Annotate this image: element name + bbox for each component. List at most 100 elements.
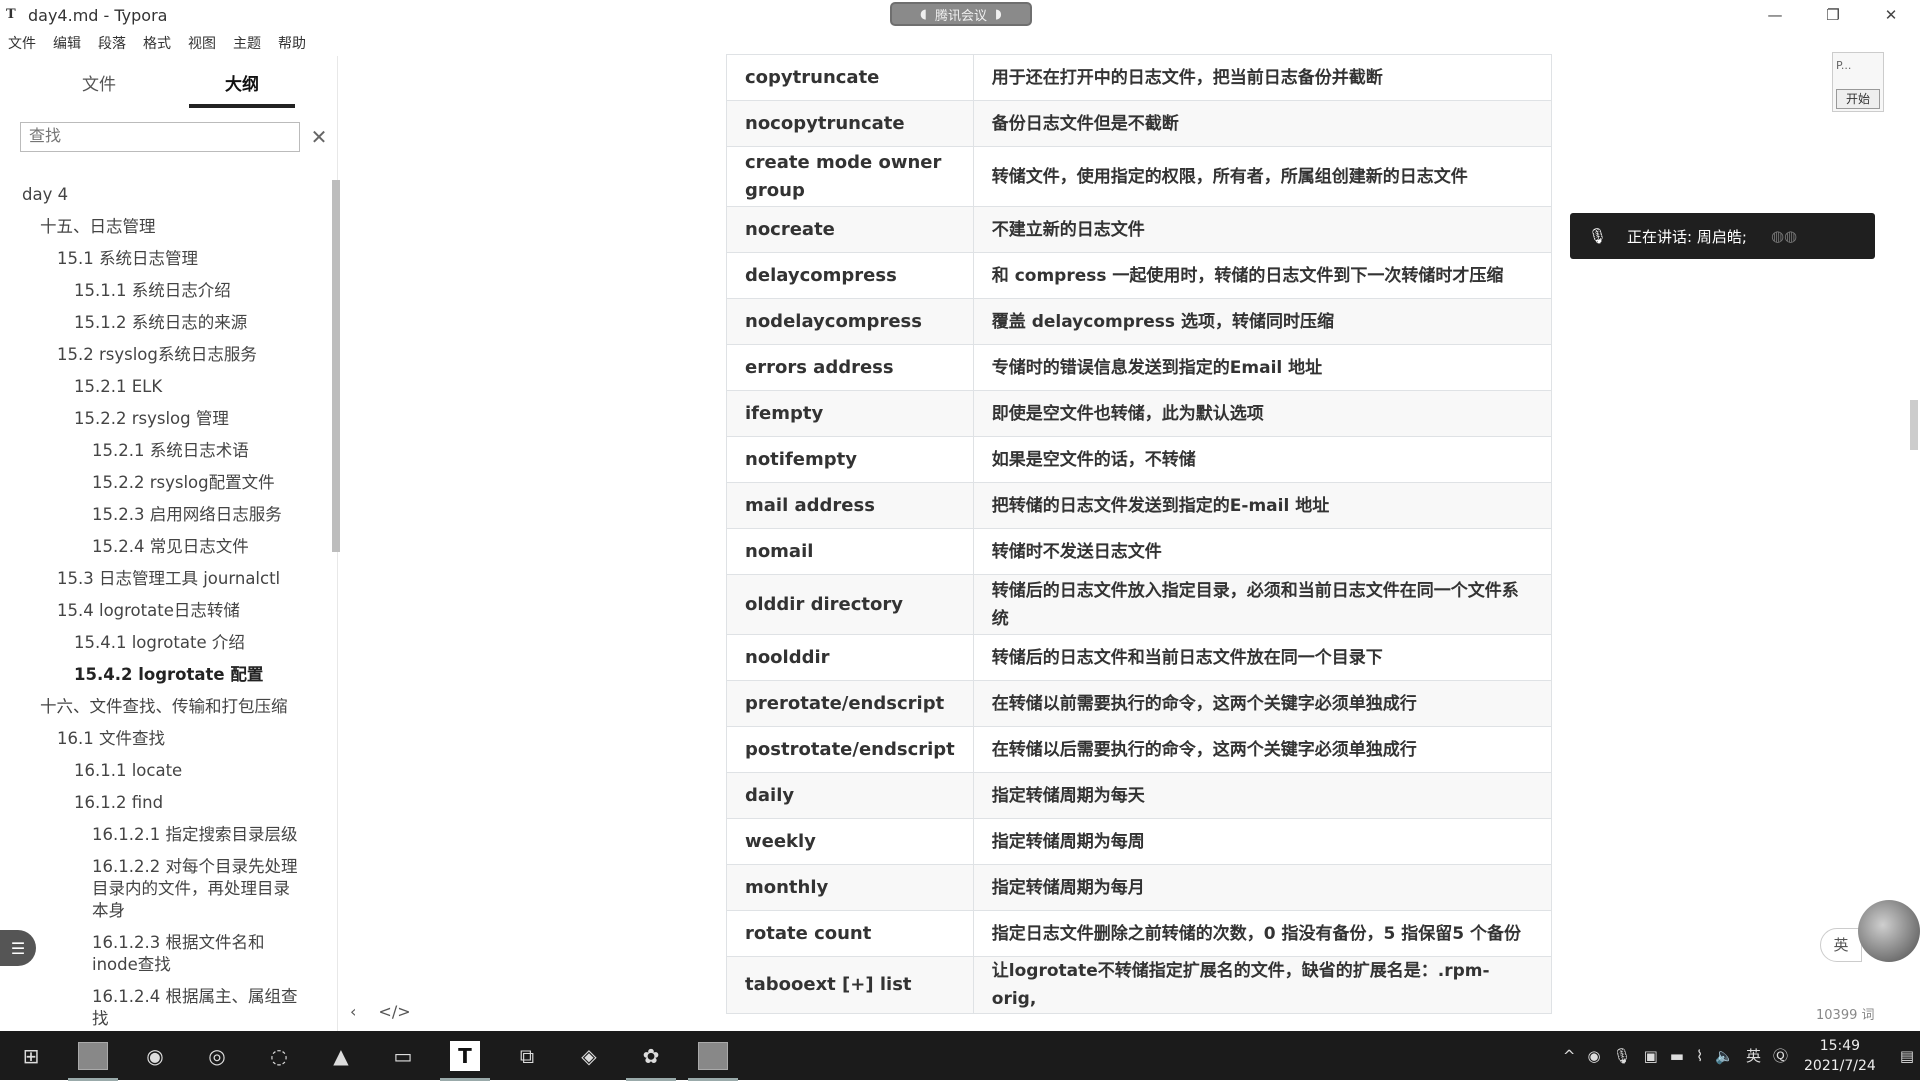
outline-item[interactable]: day 4 bbox=[22, 184, 306, 206]
option-description-cell[interactable]: 备份日志文件但是不截断 bbox=[972, 100, 1552, 147]
option-description-cell[interactable]: 覆盖 delaycompress 选项，转储同时压缩 bbox=[972, 298, 1552, 345]
menu-format[interactable]: 格式 bbox=[143, 33, 171, 53]
menu-view[interactable]: 视图 bbox=[188, 33, 216, 53]
option-name-cell[interactable]: rotate count bbox=[726, 910, 974, 957]
outline-item[interactable]: 15.2.4 常见日志文件 bbox=[92, 536, 306, 558]
outline-item[interactable]: 15.1.2 系统日志的来源 bbox=[74, 312, 306, 334]
option-description-cell[interactable]: 指定日志文件删除之前转储的次数，0 指没有备份，5 指保留5 个备份 bbox=[972, 910, 1552, 957]
display-icon[interactable]: ▣ bbox=[1644, 1047, 1658, 1065]
document-scrollbar[interactable] bbox=[1910, 400, 1918, 450]
option-description-cell[interactable]: 让logrotate不转储指定扩展名的文件，缺省的扩展名是：.rpm-orig, bbox=[972, 956, 1552, 1014]
typora-taskbar-icon[interactable]: T bbox=[440, 1039, 490, 1081]
menu-theme[interactable]: 主题 bbox=[233, 33, 261, 53]
ime-language-button[interactable]: 英 bbox=[1820, 928, 1862, 962]
option-name-cell[interactable]: notifempty bbox=[726, 436, 974, 483]
outline-item[interactable]: 16.1.2 find bbox=[74, 792, 306, 814]
option-description-cell[interactable]: 转储后的日志文件和当前日志文件放在同一个目录下 bbox=[972, 634, 1552, 681]
sidebar-scrollbar[interactable] bbox=[332, 180, 340, 552]
folder-icon[interactable]: ▭ bbox=[386, 1039, 420, 1073]
start-button[interactable]: 开始 bbox=[1836, 89, 1880, 109]
option-description-cell[interactable]: 用于还在打开中的日志文件，把当前日志备份并截断 bbox=[972, 54, 1552, 101]
option-description-cell[interactable]: 如果是空文件的话，不转储 bbox=[972, 436, 1552, 483]
network-tool-icon[interactable]: ◈ bbox=[572, 1039, 606, 1073]
option-name-cell[interactable]: errors address bbox=[726, 344, 974, 391]
close-button[interactable]: ✕ bbox=[1862, 0, 1920, 30]
outline-item[interactable]: 15.4.1 logrotate 介绍 bbox=[74, 632, 306, 654]
wifi-icon[interactable]: ⌇ bbox=[1696, 1047, 1703, 1065]
avatar[interactable] bbox=[1858, 900, 1920, 962]
windows-start-icon[interactable]: ⊞ bbox=[14, 1039, 48, 1073]
notification-icon[interactable]: ▤ bbox=[1900, 1047, 1914, 1065]
option-name-cell[interactable]: tabooext [+] list bbox=[726, 956, 974, 1014]
wechat-icon[interactable]: ◎ bbox=[200, 1039, 234, 1073]
option-name-cell[interactable]: olddir directory bbox=[726, 574, 974, 635]
outline-item[interactable]: 十五、日志管理 bbox=[40, 216, 306, 238]
option-name-cell[interactable]: nocreate bbox=[726, 206, 974, 253]
input-method-icon[interactable]: Ⓠ bbox=[1773, 1045, 1788, 1066]
volume-icon[interactable]: 🔈 bbox=[1715, 1047, 1734, 1065]
option-name-cell[interactable]: copytruncate bbox=[726, 54, 974, 101]
chevron-up-icon[interactable]: ^ bbox=[1563, 1047, 1576, 1065]
outline-item[interactable]: 15.2.1 ELK bbox=[74, 376, 306, 398]
option-description-cell[interactable]: 和 compress 一起使用时，转储的日志文件到下一次转储时才压缩 bbox=[972, 252, 1552, 299]
browser-icon[interactable]: ◉ bbox=[138, 1039, 172, 1073]
option-name-cell[interactable]: monthly bbox=[726, 864, 974, 911]
second-window-icon[interactable] bbox=[688, 1039, 738, 1081]
option-description-cell[interactable]: 指定转储周期为每月 bbox=[972, 864, 1552, 911]
minimize-button[interactable]: — bbox=[1746, 0, 1804, 30]
outline-item[interactable]: 15.1.1 系统日志介绍 bbox=[74, 280, 306, 302]
back-arrow-icon[interactable]: ‹ bbox=[350, 1002, 356, 1021]
music-icon[interactable]: ◌ bbox=[262, 1039, 296, 1073]
app-window-icon[interactable] bbox=[68, 1039, 118, 1081]
outline-item[interactable]: 16.1.2.2 对每个目录先处理目录内的文件，再处理目录本身 bbox=[92, 856, 302, 922]
tencent-meeting-bar[interactable]: ◖ 腾讯会议 ◗ bbox=[890, 2, 1032, 26]
outline-item[interactable]: 16.1.2.4 根据属主、属组查找 bbox=[92, 986, 302, 1030]
menu-edit[interactable]: 编辑 bbox=[53, 33, 81, 53]
outline-item[interactable]: 15.1 系统日志管理 bbox=[57, 248, 306, 270]
option-description-cell[interactable]: 把转储的日志文件发送到指定的E-mail 地址 bbox=[972, 482, 1552, 529]
outline-item[interactable]: 15.2.2 rsyslog配置文件 bbox=[92, 472, 306, 494]
window-switch-icon[interactable]: ⧉ bbox=[510, 1039, 544, 1073]
option-description-cell[interactable]: 在转储以前需要执行的命令，这两个关键字必须单独成行 bbox=[972, 680, 1552, 727]
outline-item[interactable]: 16.1.2.1 指定搜索目录层级 bbox=[92, 824, 306, 846]
option-name-cell[interactable]: prerotate/endscript bbox=[726, 680, 974, 727]
option-name-cell[interactable]: nocopytruncate bbox=[726, 100, 974, 147]
option-name-cell[interactable]: postrotate/endscript bbox=[726, 726, 974, 773]
photos-icon[interactable]: ▲ bbox=[324, 1039, 358, 1073]
clear-search-icon[interactable]: ✕ bbox=[308, 122, 330, 152]
outline-item[interactable]: 16.1.2.3 根据文件名和inode查找 bbox=[92, 932, 302, 976]
outline-search-input[interactable] bbox=[20, 122, 300, 152]
outline-item[interactable]: 15.2.2 rsyslog 管理 bbox=[74, 408, 306, 430]
option-description-cell[interactable]: 转储后的日志文件放入指定目录，必须和当前日志文件在同一个文件系统 bbox=[972, 574, 1552, 635]
source-mode-icon[interactable]: </> bbox=[378, 1002, 410, 1021]
option-description-cell[interactable]: 转储时不发送日志文件 bbox=[972, 528, 1552, 575]
option-description-cell[interactable]: 指定转储周期为每周 bbox=[972, 818, 1552, 865]
option-description-cell[interactable]: 即使是空文件也转储，此为默认选项 bbox=[972, 390, 1552, 437]
outline-item[interactable]: 15.2.1 系统日志术语 bbox=[92, 440, 306, 462]
option-description-cell[interactable]: 转储文件，使用指定的权限，所有者，所属组创建新的日志文件 bbox=[972, 146, 1552, 207]
battery-icon[interactable]: ▬ bbox=[1670, 1047, 1684, 1065]
menu-paragraph[interactable]: 段落 bbox=[98, 33, 126, 53]
outline-item[interactable]: 十六、文件查找、传输和打包压缩 bbox=[40, 696, 306, 718]
outline-item[interactable]: 15.2.3 启用网络日志服务 bbox=[92, 504, 306, 526]
meeting-app-icon[interactable]: ✿ bbox=[626, 1039, 676, 1081]
word-count[interactable]: 10399 词 bbox=[1816, 1004, 1875, 1023]
option-description-cell[interactable]: 指定转储周期为每天 bbox=[972, 772, 1552, 819]
outline-item[interactable]: 15.2 rsyslog系统日志服务 bbox=[57, 344, 306, 366]
menu-help[interactable]: 帮助 bbox=[278, 33, 306, 53]
input-language[interactable]: 英 bbox=[1746, 1045, 1761, 1066]
outline-item[interactable]: 15.4 logrotate日志转储 bbox=[57, 600, 306, 622]
restore-button[interactable]: ❐ bbox=[1804, 0, 1862, 30]
outline-item[interactable]: 16.1.1 locate bbox=[74, 760, 306, 782]
clock[interactable]: 15:49 2021/7/24 bbox=[1804, 1036, 1876, 1076]
microphone-tray-icon[interactable]: 🎙 bbox=[1613, 1047, 1632, 1065]
outline-item[interactable]: 16.1 文件查找 bbox=[57, 728, 306, 750]
menu-file[interactable]: 文件 bbox=[8, 33, 36, 53]
option-description-cell[interactable]: 在转储以后需要执行的命令，这两个关键字必须单独成行 bbox=[972, 726, 1552, 773]
option-name-cell[interactable]: nomail bbox=[726, 528, 974, 575]
tab-outline[interactable]: 大纲 bbox=[189, 70, 295, 108]
option-description-cell[interactable]: 专储时的错误信息发送到指定的Email 地址 bbox=[972, 344, 1552, 391]
option-name-cell[interactable]: ifempty bbox=[726, 390, 974, 437]
recorder-icon[interactable]: ◉ bbox=[1587, 1047, 1600, 1065]
option-name-cell[interactable]: create mode owner group bbox=[726, 146, 974, 207]
